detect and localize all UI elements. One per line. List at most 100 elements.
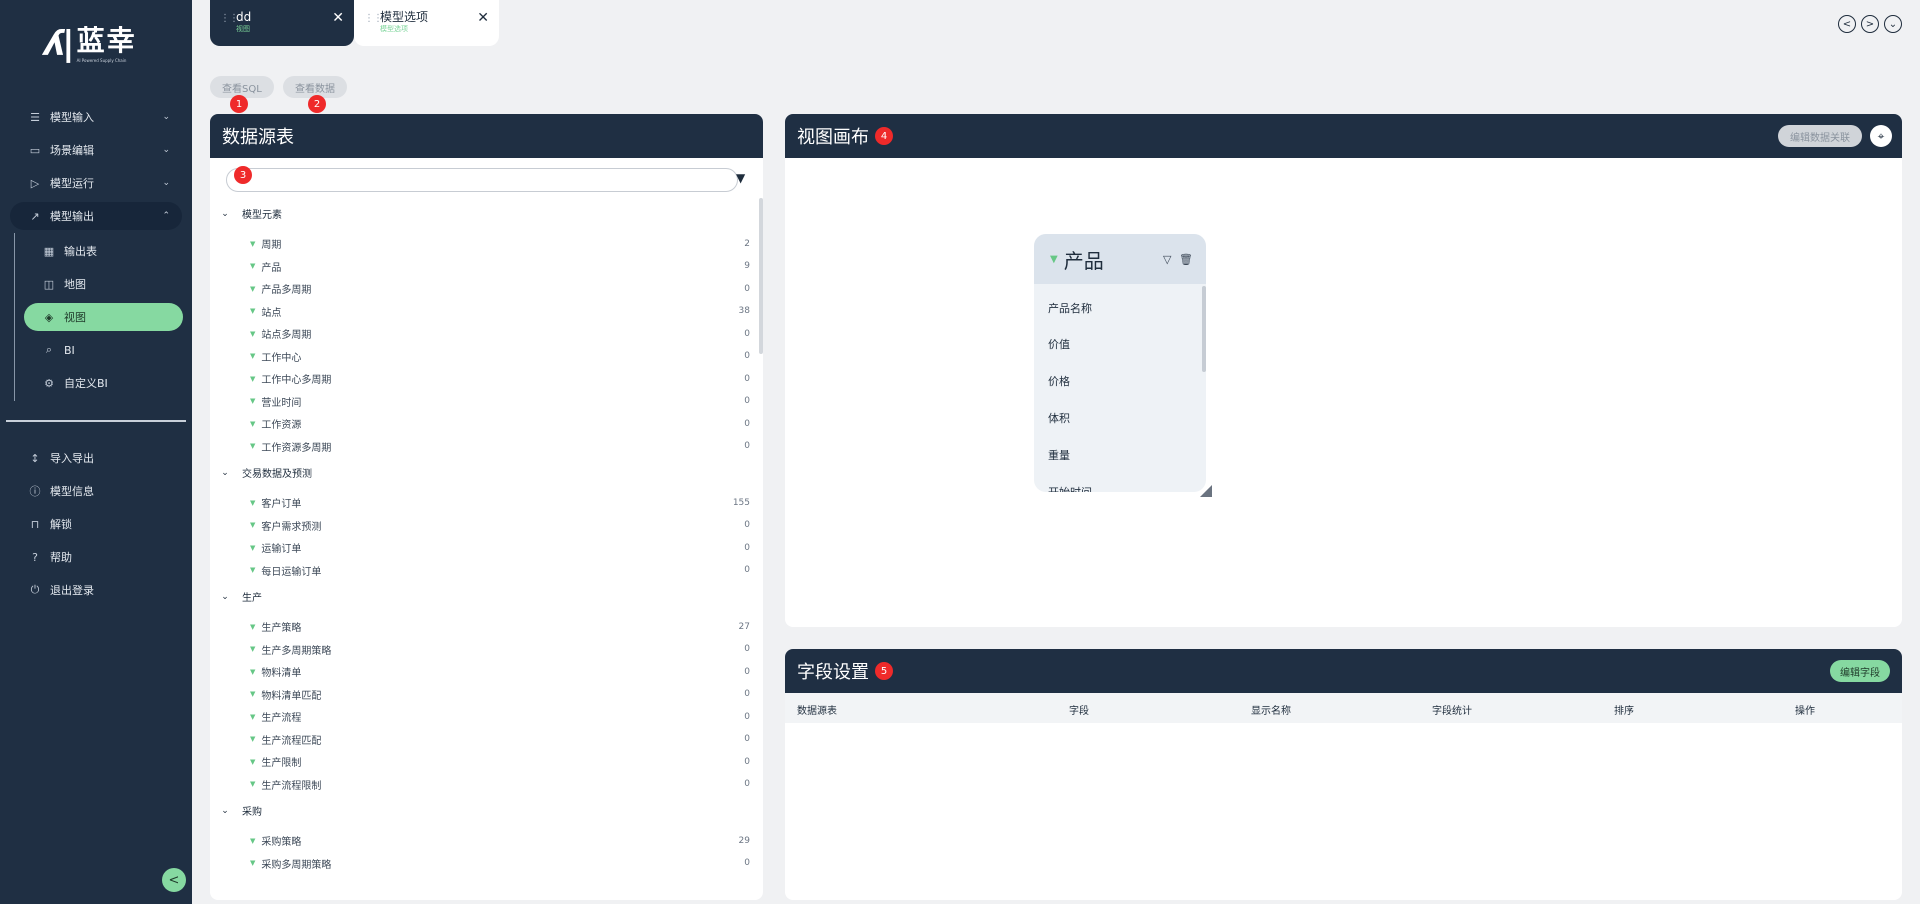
caret-down-icon: ▼: [250, 543, 256, 552]
tree-item[interactable]: ▼ 物料清单 0: [250, 664, 750, 680]
tree-item[interactable]: ▼ 生产限制 0: [250, 754, 750, 770]
drag-handle-icon[interactable]: ⋮⋮: [364, 13, 383, 24]
help-icon: ?: [32, 550, 38, 564]
tree-item[interactable]: ▼ 每日运输订单 0: [250, 563, 750, 578]
tree-item[interactable]: ▼ 工作中心多周期 0: [250, 371, 750, 387]
drag-handle-icon[interactable]: ⋮⋮: [220, 13, 239, 24]
sidebar-item-import-export[interactable]: ↕ 导入导出: [10, 444, 182, 472]
sidebar-item-model-input[interactable]: ☰ 模型输入 ⌄: [10, 103, 182, 131]
sidebar-item-unlock[interactable]: ⊓ 解锁: [10, 510, 182, 538]
node-field[interactable]: 价值: [1048, 336, 1070, 352]
tree-item[interactable]: ▼ 采购策略 29: [250, 833, 750, 849]
sidebar-item-label: 导入导出: [50, 452, 94, 465]
column-header[interactable]: 字段: [1069, 702, 1089, 717]
chevron-down-icon[interactable]: ⌄: [218, 468, 232, 478]
filter-icon[interactable]: ▽: [1163, 253, 1171, 266]
caret-down-icon: ▼: [250, 442, 256, 450]
tree-item[interactable]: ▼ 物料清单匹配 0: [250, 687, 750, 702]
column-header[interactable]: 显示名称: [1251, 702, 1291, 717]
sidebar-item-view[interactable]: ◈ 视图: [24, 303, 183, 331]
tree-item[interactable]: ▼ 客户订单 155: [250, 495, 750, 511]
caret-down-icon[interactable]: ▼: [1050, 254, 1058, 265]
chart-icon: ↗: [30, 209, 40, 223]
locate-icon[interactable]: ⌖: [1870, 125, 1892, 147]
sidebar-item-model-run[interactable]: ▷ 模型运行 ⌄: [10, 169, 182, 197]
node-field[interactable]: 产品名称: [1048, 300, 1092, 316]
column-header[interactable]: 操作: [1795, 702, 1815, 717]
panel-title: 数据源表: [222, 127, 294, 148]
tree-item[interactable]: ▼ 营业时间 0: [250, 394, 750, 409]
node-field[interactable]: 重量: [1048, 447, 1070, 463]
tree-item[interactable]: ▼ 站点多周期 0: [250, 326, 750, 342]
edit-data-relation-button[interactable]: 编辑数据关联: [1778, 125, 1862, 147]
tree-item[interactable]: ▼ 生产多周期策略 0: [250, 642, 750, 657]
tree-item[interactable]: ▼ 工作资源多周期 0: [250, 439, 750, 454]
sidebar-item-label: 帮助: [50, 551, 72, 564]
monitor-icon: ▭: [29, 143, 41, 157]
table-node-product[interactable]: ▼ 产品 ▽ 🗑 产品名称 价值 价格 体积 重量 开始时间: [1034, 234, 1206, 492]
chevron-down-icon[interactable]: ⌄: [218, 209, 232, 219]
tree-item[interactable]: ▼ 生产流程 0: [250, 709, 750, 725]
tree-item[interactable]: ▼ 生产流程匹配 0: [250, 732, 750, 747]
chevron-up-icon: ⌃: [162, 211, 170, 221]
collapse-sidebar-button[interactable]: <: [162, 868, 186, 892]
caret-down-icon: ▼: [250, 521, 256, 529]
sidebar-item-model-info[interactable]: ⓘ 模型信息: [10, 477, 182, 505]
tree-item[interactable]: ▼ 工作资源 0: [250, 416, 750, 432]
tab-model-options[interactable]: ⋮⋮ 模型选项 模型选项 ✕: [354, 0, 499, 46]
sidebar-item-help[interactable]: ? 帮助: [10, 543, 182, 571]
filter-icon[interactable]: ▼: [736, 171, 745, 185]
tree-group[interactable]: ⌄ 生产: [218, 589, 262, 605]
scrollbar[interactable]: [1202, 286, 1206, 372]
column-header[interactable]: 字段统计: [1432, 702, 1472, 717]
tree-item[interactable]: ▼ 周期 2: [250, 236, 750, 252]
tree-item[interactable]: ▼ 工作中心 0: [250, 349, 750, 364]
tree-item[interactable]: ▼ 产品 9: [250, 259, 750, 274]
trash-icon[interactable]: 🗑: [1179, 253, 1193, 266]
tree-item-label: 生产策略: [261, 623, 302, 634]
chevron-down-icon[interactable]: ⌄: [1884, 15, 1902, 33]
tree-item[interactable]: ▼ 客户需求预测 0: [250, 518, 750, 533]
close-icon[interactable]: ✕: [332, 10, 344, 26]
logout-icon: ⏻: [30, 583, 40, 596]
node-header[interactable]: ▼ 产品 ▽ 🗑: [1034, 234, 1206, 284]
tree-item-count: 0: [744, 644, 750, 654]
sidebar-item-label: 模型运行: [50, 177, 94, 190]
sidebar-item-logout[interactable]: ⏻ 退出登录: [10, 576, 182, 604]
close-icon[interactable]: ✕: [477, 10, 489, 26]
tree-group[interactable]: ⌄ 采购: [218, 803, 262, 819]
chevron-down-icon[interactable]: ⌄: [218, 806, 232, 816]
edit-fields-button[interactable]: 编辑字段: [1830, 660, 1890, 682]
panel-title: 视图画布: [797, 127, 869, 148]
tree-item[interactable]: ▼ 采购多周期策略 0: [250, 856, 750, 871]
search-input[interactable]: [226, 168, 738, 192]
tree-item[interactable]: ▼ 运输订单 0: [250, 540, 750, 556]
node-field[interactable]: 体积: [1048, 410, 1070, 426]
caret-down-icon: ▼: [250, 262, 256, 270]
chevron-right-icon[interactable]: >: [1861, 15, 1879, 33]
column-header[interactable]: 排序: [1614, 702, 1634, 717]
tree-group[interactable]: ⌄ 交易数据及预测: [218, 465, 312, 481]
sidebar-item-map[interactable]: ◫ 地图: [24, 270, 183, 298]
sidebar-item-custom-bi[interactable]: ⚙ 自定义BI: [24, 369, 183, 397]
scrollbar[interactable]: [759, 198, 763, 354]
tab-dd[interactable]: ⋮⋮ dd 视图 ✕: [210, 0, 354, 46]
tree-item[interactable]: ▼ 站点 38: [250, 304, 750, 319]
tree-group-label: 采购: [242, 807, 262, 818]
node-field[interactable]: 价格: [1048, 373, 1070, 389]
column-header[interactable]: 数据源表: [797, 702, 837, 717]
tree-item[interactable]: ▼ 产品多周期 0: [250, 281, 750, 297]
tree-item[interactable]: ▼ 生产策略 27: [250, 619, 750, 635]
resize-handle-icon[interactable]: [1200, 485, 1212, 497]
sidebar-item-output-table[interactable]: ▦ 输出表: [24, 237, 183, 265]
tree-group[interactable]: ⌄ 模型元素: [218, 206, 282, 222]
sidebar-item-bi[interactable]: ⌕ BI: [24, 336, 183, 364]
node-field[interactable]: 开始时间: [1048, 484, 1092, 492]
tree-item[interactable]: ▼ 生产流程限制 0: [250, 777, 750, 792]
sidebar-item-label: BI: [64, 343, 75, 357]
sidebar-item-scene-edit[interactable]: ▭ 场景编辑 ⌄: [10, 136, 182, 164]
chevron-left-icon[interactable]: <: [1838, 15, 1856, 33]
sidebar-item-model-output[interactable]: ↗ 模型输出 ⌃: [10, 202, 182, 230]
chevron-down-icon[interactable]: ⌄: [218, 592, 232, 602]
tree-item-count: 0: [744, 711, 750, 722]
